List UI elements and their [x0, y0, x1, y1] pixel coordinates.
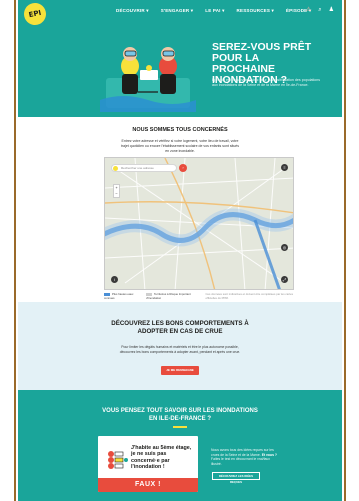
map-zoom-control: + −: [113, 184, 120, 198]
screenshot-frame: DÉCOUVRIR ▾ S'ENGAGER ▾ LE PAI ▾ RESSOUR…: [0, 0, 359, 501]
discover-ideas-button[interactable]: DÉCOUVREZ LES IDÉES REÇUES: [212, 472, 260, 484]
title-underline: [173, 426, 187, 428]
quiz-answer-badge: FAUX !: [98, 478, 198, 492]
quiz-section: VOUS PENSEZ TOUT SAVOIR SUR LES INONDATI…: [18, 390, 342, 501]
map-fullscreen-icon[interactable]: ⤢: [281, 276, 288, 283]
hero-illustration: [100, 47, 196, 112]
map-canvas: [105, 158, 293, 289]
user-icon[interactable]: ♟: [329, 7, 334, 13]
main-menu: DÉCOUVRIR ▾ S'ENGAGER ▾ LE PAI ▾ RESSOUR…: [116, 8, 311, 14]
concerned-description: Entrez votre adresse et vérifiez si votr…: [121, 139, 239, 153]
hero-description: Épisode est un service public pour la se…: [212, 78, 321, 87]
menu-item-decouvrir[interactable]: DÉCOUVRIR ▾: [116, 8, 149, 14]
map-search-button[interactable]: ›: [179, 164, 187, 172]
quiz-side-text-bold: Et vous ?: [261, 452, 277, 457]
quiz-statement: J'habite au 5ème étage, je ne suis pas c…: [131, 445, 192, 471]
menu-item-ressources[interactable]: RESSOURCES ▾: [237, 8, 274, 14]
menu-item-sengager[interactable]: S'ENGAGER ▾: [161, 8, 194, 14]
menu-item-le-pai[interactable]: LE PAI ▾: [205, 8, 224, 14]
map-layers-icon[interactable]: ≡: [281, 164, 288, 171]
zoom-out-button[interactable]: −: [114, 191, 119, 197]
search-icon[interactable]: ⌕: [318, 7, 321, 13]
concerned-section: NOUS SOMMES TOUS CONCERNÉS Entrez votre …: [18, 117, 342, 302]
top-navigation: DÉCOUVRIR ▾ S'ENGAGER ▾ LE PAI ▾ RESSOUR…: [18, 0, 342, 22]
right-margin: [344, 0, 359, 501]
web-page: DÉCOUVRIR ▾ S'ENGAGER ▾ LE PAI ▾ RESSOUR…: [18, 0, 342, 501]
true-false-card[interactable]: J'habite au 5ème étage, je ne suis pas c…: [98, 436, 198, 492]
concerned-title: NOUS SOMMES TOUS CONCERNÉS: [132, 127, 228, 133]
legend-label: Territoires à Risque Important d'Inondat…: [146, 292, 191, 300]
legend-item-tri: Territoires à Risque Important d'Inondat…: [146, 292, 199, 300]
behaviours-description: Pour limiter les dégâts humains et matér…: [119, 345, 241, 354]
hero-section: SEREZ-VOUS PRÊT POUR LA PROCHAINE INONDA…: [18, 22, 342, 117]
legend-item-phec: Plus hautes eaux connues: [104, 292, 140, 300]
quiz-title: VOUS PENSEZ TOUT SAVOIR SUR LES INONDATI…: [102, 408, 258, 422]
learn-more-button[interactable]: JE ME RENSEIGNE: [161, 366, 199, 375]
map-search-input[interactable]: Rechercher une adresse: [111, 164, 177, 172]
legend-note: Ces données sont indicatives et doivent …: [205, 292, 293, 300]
behaviours-title: DÉCOUVREZ LES BONS COMPORTEMENTS À ADOPT…: [111, 320, 249, 335]
map-pin-icon: [113, 166, 118, 171]
alert-icon[interactable]: ⚠: [306, 7, 311, 13]
quiz-side-text: Nous avons tous des idées reçues sur les…: [211, 448, 277, 466]
quiz-side-text-2: Faites le test en découvrant le vrai/fau…: [211, 457, 270, 466]
building-floors-icon: [108, 451, 128, 469]
flood-map[interactable]: Rechercher une adresse › + − ≡ ◎ i ⤢: [104, 157, 294, 290]
map-locate-icon[interactable]: ◎: [281, 244, 288, 251]
behaviours-section: DÉCOUVREZ LES BONS COMPORTEMENTS À ADOPT…: [18, 302, 342, 390]
left-margin: [0, 0, 16, 501]
map-info-icon[interactable]: i: [111, 276, 118, 283]
map-legend: Plus hautes eaux connues Territoires à R…: [104, 292, 304, 300]
nav-icons: ⚠ ⌕ ♟: [306, 7, 334, 13]
